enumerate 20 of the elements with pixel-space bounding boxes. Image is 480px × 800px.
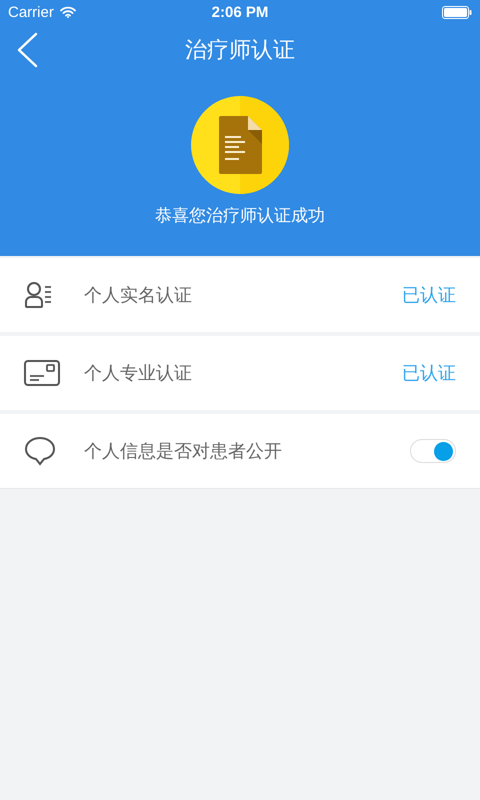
card-icon	[24, 360, 60, 386]
verified-status: 已认证	[402, 362, 456, 385]
back-icon	[16, 32, 38, 68]
row-label: 个人实名认证	[84, 284, 193, 307]
page-title: 治疗师认证	[185, 37, 295, 65]
success-message: 恭喜您治疗师认证成功	[155, 205, 325, 227]
document-icon	[188, 96, 292, 194]
settings-row[interactable]: 个人实名认证 已认证	[0, 258, 480, 332]
back-button[interactable]	[16, 32, 38, 68]
toggle-switch[interactable]	[410, 439, 456, 463]
verified-status: 已认证	[402, 284, 456, 307]
speech-bubble-icon	[24, 436, 56, 466]
settings-row[interactable]: 个人专业认证 已认证	[0, 336, 480, 410]
carrier-label: Carrier	[8, 4, 54, 20]
clock-time: 2:06 PM	[212, 4, 268, 20]
row-label: 个人专业认证	[84, 362, 193, 385]
row-label: 个人信息是否对患者公开	[84, 440, 283, 463]
person-list-icon	[24, 281, 54, 309]
battery-icon	[442, 6, 472, 18]
wifi-icon	[60, 6, 76, 18]
